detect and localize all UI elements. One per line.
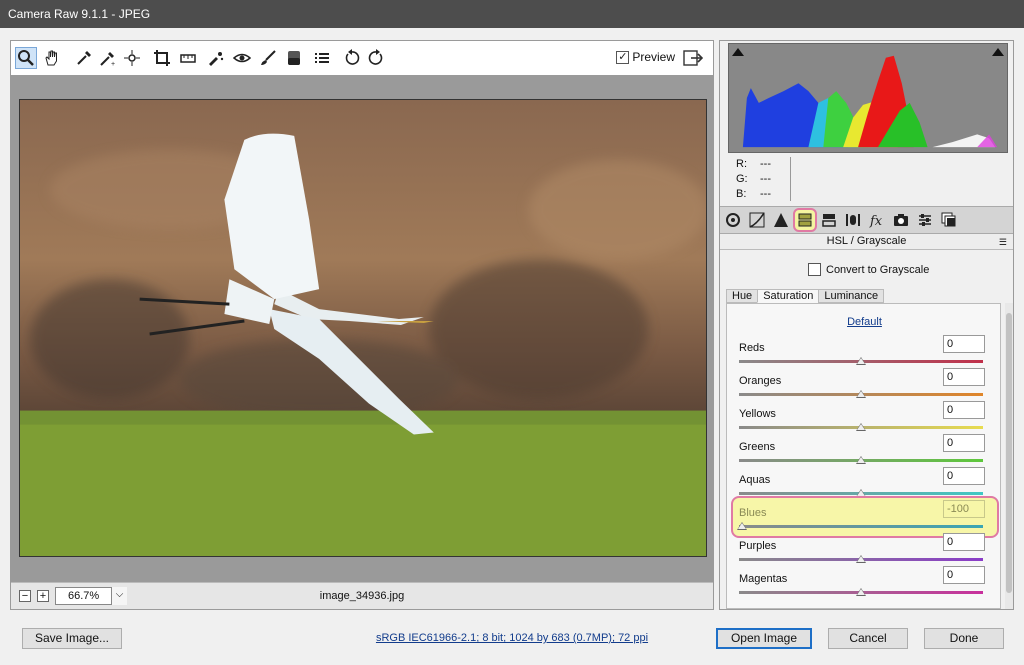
camera-calibration-tab-icon[interactable] (891, 210, 911, 230)
slider-thumb[interactable] (856, 423, 866, 431)
adjustment-brush-icon[interactable] (257, 47, 279, 69)
basic-tab-icon[interactable] (723, 210, 743, 230)
panel-title: HSL / Grayscale ☰ (720, 234, 1013, 250)
grayscale-checkbox[interactable] (808, 263, 821, 276)
white-balance-icon[interactable] (73, 47, 95, 69)
slider-value-field[interactable]: 0 (943, 335, 985, 353)
slider-label: Yellows (739, 408, 776, 420)
slider-label: Reds (739, 342, 765, 354)
slider-value-field[interactable]: 0 (943, 434, 985, 452)
tone-curve-tab-icon[interactable] (747, 210, 767, 230)
rotate-cw-icon[interactable] (365, 47, 387, 69)
g-value: --- (760, 173, 771, 185)
image-view: + ✓ Preview − + 66.7% ⌵ image_34936.jpg (10, 40, 714, 610)
shadow-clipping-icon[interactable] (732, 48, 744, 56)
split-toning-tab-icon[interactable] (819, 210, 839, 230)
filename-label: image_34936.jpg (319, 590, 405, 602)
fullscreen-exit-icon[interactable] (683, 49, 704, 67)
snapshots-tab-icon[interactable] (939, 210, 959, 230)
slider-value-field[interactable]: 0 (943, 368, 985, 386)
b-label: B: (736, 188, 747, 200)
detail-tab-icon[interactable] (771, 210, 791, 230)
zoom-tool-icon[interactable] (15, 47, 37, 69)
preview-label: Preview (632, 50, 675, 64)
svg-text:fx: fx (869, 214, 883, 228)
canvas-area (11, 75, 713, 582)
slider-value-field[interactable]: 0 (943, 401, 985, 419)
highlight-clipping-icon[interactable] (992, 48, 1004, 56)
open-image-button[interactable]: Open Image (716, 628, 812, 649)
red-eye-icon[interactable] (231, 47, 253, 69)
slider-label: Magentas (739, 573, 788, 585)
rgb-readout: R: --- G: --- B: --- (736, 157, 771, 202)
tab-hue[interactable]: Hue (726, 289, 759, 303)
slider-magentas: Magentas 0 (739, 566, 985, 603)
slider-label: Aquas (739, 474, 771, 486)
slider-thumb[interactable] (856, 390, 866, 398)
panel-menu-icon[interactable]: ☰ (999, 235, 1007, 249)
scroll-thumb[interactable] (1006, 313, 1012, 593)
presets-list-icon[interactable] (311, 47, 333, 69)
slider-thumb[interactable] (856, 456, 866, 464)
effects-tab-icon[interactable]: fx (867, 210, 887, 230)
adjustment-panel: R: --- G: --- B: --- fx HSL / Grayscale ☰ C… (719, 40, 1014, 610)
presets-tab-icon[interactable] (915, 210, 935, 230)
spot-removal-icon[interactable] (205, 47, 227, 69)
g-label: G: (736, 173, 748, 185)
slider-thumb[interactable] (856, 588, 866, 596)
slider-thumb[interactable] (737, 522, 747, 530)
hsl-subtabs: Hue Saturation Luminance (726, 289, 885, 303)
photo-egret[interactable] (19, 99, 707, 557)
tool-bar: + ✓ Preview (11, 41, 713, 75)
hand-tool-icon[interactable] (41, 47, 63, 69)
slider-value-field[interactable]: 0 (943, 467, 985, 485)
slider-label: Oranges (739, 375, 782, 387)
panel-title-label: HSL / Grayscale (826, 235, 907, 247)
window-title: Camera Raw 9.1.1 - JPEG (0, 0, 1024, 28)
slider-thumb[interactable] (856, 357, 866, 365)
slider-label: Purples (739, 540, 777, 552)
r-value: --- (760, 158, 771, 170)
slider-label: Blues (739, 507, 767, 519)
histogram (728, 43, 1008, 153)
cancel-button[interactable]: Cancel (828, 628, 908, 649)
status-bar: − + 66.7% ⌵ image_34936.jpg (11, 582, 713, 609)
panel-tabs: fx (720, 206, 1013, 234)
r-label: R: (736, 158, 747, 170)
saturation-sliders: Default Reds 0 Oranges 0 Yellows 0 Greens 0 Aqua… (726, 303, 1001, 609)
divider (790, 157, 791, 201)
slider-thumb[interactable] (856, 555, 866, 563)
targeted-adjustment-icon[interactable] (121, 47, 143, 69)
panel-scrollbar[interactable] (1005, 303, 1013, 609)
slider-value-field[interactable]: 0 (943, 533, 985, 551)
preview-toggle[interactable]: ✓ Preview (616, 50, 675, 64)
straighten-icon[interactable] (177, 47, 199, 69)
convert-grayscale-toggle[interactable]: Convert to Grayscale (808, 263, 929, 276)
slider-value-field[interactable]: -100 (943, 500, 985, 518)
graduated-filter-icon[interactable] (283, 47, 305, 69)
tab-luminance[interactable]: Luminance (818, 289, 885, 303)
rotate-ccw-icon[interactable] (341, 47, 363, 69)
slider-label: Greens (739, 441, 776, 453)
done-button[interactable]: Done (924, 628, 1004, 649)
lens-corrections-tab-icon[interactable] (843, 210, 863, 230)
tab-saturation[interactable]: Saturation (757, 289, 820, 303)
svg-text:+: + (111, 61, 115, 67)
slider-value-field[interactable]: 0 (943, 566, 985, 584)
slider-track[interactable] (739, 525, 983, 528)
footer-bar: Save Image... sRGB IEC61966-2.1; 8 bit; … (0, 614, 1024, 665)
color-sampler-icon[interactable]: + (97, 47, 119, 69)
hsl-tab-icon[interactable] (793, 208, 817, 232)
crop-icon[interactable] (151, 47, 173, 69)
preview-checkbox[interactable]: ✓ (616, 50, 630, 64)
b-value: --- (760, 188, 771, 200)
grayscale-label: Convert to Grayscale (826, 263, 930, 276)
default-link[interactable]: Default (727, 316, 1002, 328)
